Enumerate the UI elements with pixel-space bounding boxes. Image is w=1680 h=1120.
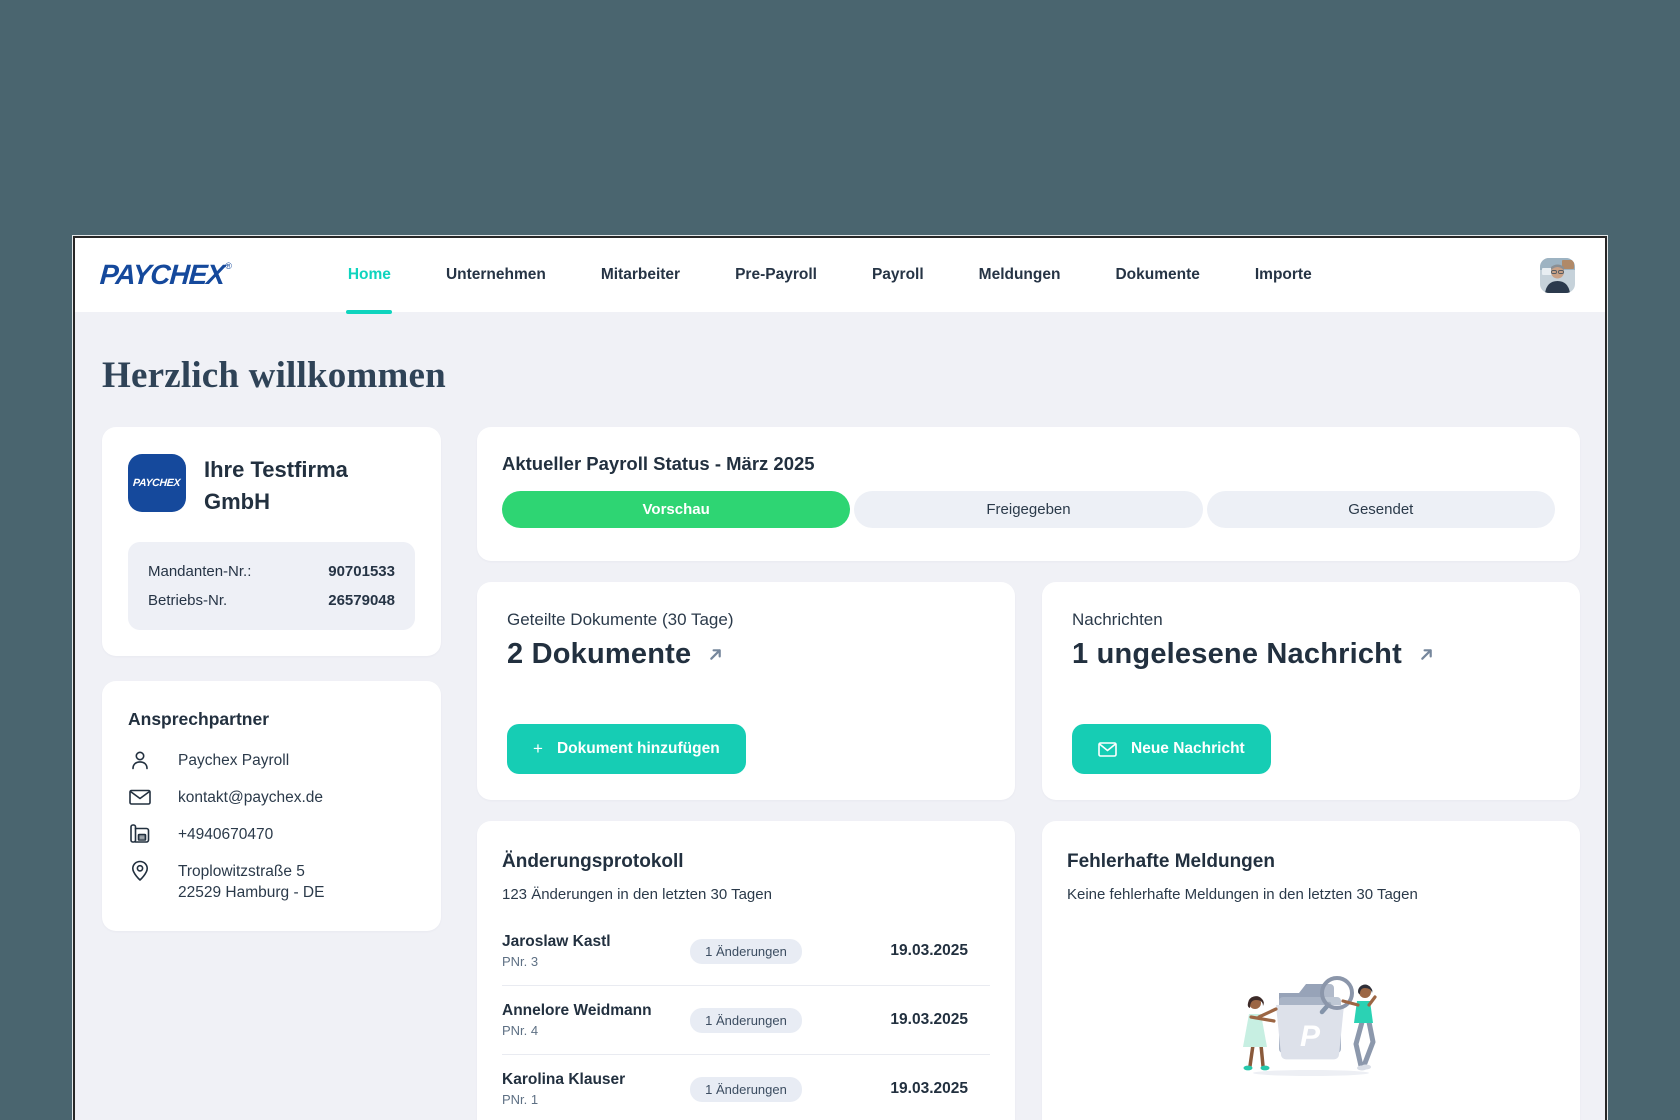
change-date: 19.03.2025 [890, 1080, 990, 1098]
employee-name: Annelore Weidmann [502, 1002, 690, 1020]
main-navigation: Home Unternehmen Mitarbeiter Pre-Payroll… [348, 238, 1312, 312]
payroll-status-title: Aktueller Payroll Status - März 2025 [502, 453, 1555, 475]
dashboard-column: Aktueller Payroll Status - März 2025 Vor… [477, 427, 1580, 1120]
status-step-vorschau: Vorschau [502, 491, 850, 528]
contact-card-title: Ansprechpartner [128, 709, 415, 730]
nav-item-payroll[interactable]: Payroll [872, 238, 924, 312]
person-icon [128, 748, 152, 772]
nav-label: Importe [1255, 266, 1312, 284]
changelog-card: Änderungsprotokoll 123 Änderungen in den… [477, 821, 1015, 1120]
nav-label: Dokumente [1115, 266, 1199, 284]
mandanten-nr-value: 90701533 [328, 563, 395, 580]
nav-item-home[interactable]: Home [348, 238, 391, 312]
address-line-1: Troplowitzstraße 5 [178, 863, 305, 880]
nav-label: Payroll [872, 266, 924, 284]
top-navbar: PAYCHEX ® Home Unternehmen Mitarbeiter P… [75, 238, 1605, 312]
new-message-label: Neue Nachricht [1131, 740, 1245, 758]
info-label: Mandanten-Nr.: [148, 563, 251, 580]
employee-name: Karolina Klauser [502, 1071, 690, 1089]
changelog-row[interactable]: Annelore Weidmann PNr. 4 1 Änderungen 19.… [502, 985, 990, 1054]
change-date: 19.03.2025 [890, 1011, 990, 1029]
nav-label: Pre-Payroll [735, 266, 817, 284]
empty-state-illustration: P [1231, 959, 1391, 1084]
changelog-row[interactable]: Jaroslaw Kastl PNr. 3 1 Änderungen 19.03.… [502, 917, 990, 985]
employee-name: Jaroslaw Kastl [502, 933, 690, 951]
company-card: PAYCHEX Ihre Testfirma GmbH Mandanten-Nr… [102, 427, 441, 656]
company-logo-text: PAYCHEX [133, 477, 181, 489]
nav-label: Mitarbeiter [601, 266, 680, 284]
paychex-logo[interactable]: PAYCHEX ® [100, 259, 232, 291]
employee-pnr: PNr. 4 [502, 1023, 690, 1038]
changelog-title: Änderungsprotokoll [502, 851, 990, 873]
employee-pnr: PNr. 1 [502, 1092, 690, 1107]
status-step-gesendet: Gesendet [1207, 491, 1555, 528]
main-content: Herzlich willkommen PAYCHEX Ihre Testfir… [75, 312, 1605, 1120]
payroll-status-card: Aktueller Payroll Status - März 2025 Vor… [477, 427, 1580, 561]
company-info-row: Mandanten-Nr.: 90701533 [148, 557, 395, 586]
nav-item-dokumente[interactable]: Dokumente [1115, 238, 1199, 312]
employee-pnr: PNr. 3 [502, 954, 690, 969]
plus-icon: + [533, 739, 543, 759]
change-date: 19.03.2025 [890, 942, 990, 960]
active-tab-underline [346, 310, 392, 314]
page-title: Herzlich willkommen [102, 354, 1580, 397]
shared-documents-card: Geteilte Dokumente (30 Tage) 2 Dokumente… [477, 582, 1015, 800]
company-info-box: Mandanten-Nr.: 90701533 Betriebs-Nr. 265… [128, 542, 415, 630]
changelog-subtitle: 123 Änderungen in den letzten 30 Tagen [502, 886, 990, 903]
nav-item-meldungen[interactable]: Meldungen [979, 238, 1061, 312]
envelope-icon [1098, 742, 1117, 757]
documents-count: 2 Dokumente [507, 638, 691, 671]
changes-badge: 1 Änderungen [690, 1077, 802, 1102]
fax-phone-icon [128, 822, 152, 846]
changes-badge: 1 Änderungen [690, 1008, 802, 1033]
payroll-status-progress: Vorschau Freigegeben Gesendet [502, 491, 1555, 528]
company-logo: PAYCHEX [128, 454, 186, 512]
unread-messages-count: 1 ungelesene Nachricht [1072, 638, 1402, 671]
nav-label: Meldungen [979, 266, 1061, 284]
arrow-up-right-icon[interactable] [705, 644, 726, 665]
nav-label: Home [348, 266, 391, 284]
messages-card: Nachrichten 1 ungelesene Nachricht Neue [1042, 582, 1580, 800]
address-line-2: 22529 Hamburg - DE [178, 884, 324, 901]
nav-item-mitarbeiter[interactable]: Mitarbeiter [601, 238, 680, 312]
nav-item-unternehmen[interactable]: Unternehmen [446, 238, 546, 312]
contact-address: Troplowitzstraße 5 22529 Hamburg - DE [178, 859, 324, 903]
location-pin-icon [128, 859, 152, 883]
contact-email[interactable]: kontakt@paychex.de [178, 785, 323, 808]
error-reports-subtitle: Keine fehlerhafte Meldungen in den letzt… [1067, 886, 1555, 903]
changes-badge: 1 Änderungen [690, 939, 802, 964]
status-step-freigegeben: Freigegeben [854, 491, 1202, 528]
nav-label: Unternehmen [446, 266, 546, 284]
error-reports-card: Fehlerhafte Meldungen Keine fehlerhafte … [1042, 821, 1580, 1120]
betriebs-nr-value: 26579048 [328, 592, 395, 609]
registered-mark: ® [225, 261, 232, 271]
changelog-list: Jaroslaw Kastl PNr. 3 1 Änderungen 19.03.… [502, 917, 990, 1120]
changelog-row[interactable]: Karolina Klauser PNr. 1 1 Änderungen 19.0… [502, 1054, 990, 1120]
contact-name-row: Paychex Payroll [128, 748, 415, 772]
info-label: Betriebs-Nr. [148, 592, 227, 609]
app-window: PAYCHEX ® Home Unternehmen Mitarbeiter P… [73, 236, 1607, 1120]
contact-email-row: kontakt@paychex.de [128, 785, 415, 809]
contact-address-row: Troplowitzstraße 5 22529 Hamburg - DE [128, 859, 415, 903]
shared-documents-label: Geteilte Dokumente (30 Tage) [507, 610, 985, 630]
left-sidebar-column: PAYCHEX Ihre Testfirma GmbH Mandanten-Nr… [102, 427, 441, 931]
add-document-label: Dokument hinzufügen [557, 740, 720, 758]
new-message-button[interactable]: Neue Nachricht [1072, 724, 1271, 774]
contact-name: Paychex Payroll [178, 748, 289, 771]
nav-item-pre-payroll[interactable]: Pre-Payroll [735, 238, 817, 312]
contact-phone-row: +4940670470 [128, 822, 415, 846]
nav-item-importe[interactable]: Importe [1255, 238, 1312, 312]
contact-card: Ansprechpartner Paychex Payroll [102, 681, 441, 931]
error-reports-title: Fehlerhafte Meldungen [1067, 851, 1555, 873]
contact-phone[interactable]: +4940670470 [178, 822, 273, 845]
envelope-icon [128, 785, 152, 809]
company-info-row: Betriebs-Nr. 26579048 [148, 586, 395, 615]
user-avatar[interactable] [1540, 258, 1575, 293]
messages-label: Nachrichten [1072, 610, 1550, 630]
brand-wordmark: PAYCHEX [99, 259, 225, 291]
arrow-up-right-icon[interactable] [1416, 644, 1437, 665]
company-name: Ihre Testfirma GmbH [204, 454, 415, 518]
svg-text:P: P [1300, 1020, 1321, 1053]
add-document-button[interactable]: + Dokument hinzufügen [507, 724, 746, 774]
